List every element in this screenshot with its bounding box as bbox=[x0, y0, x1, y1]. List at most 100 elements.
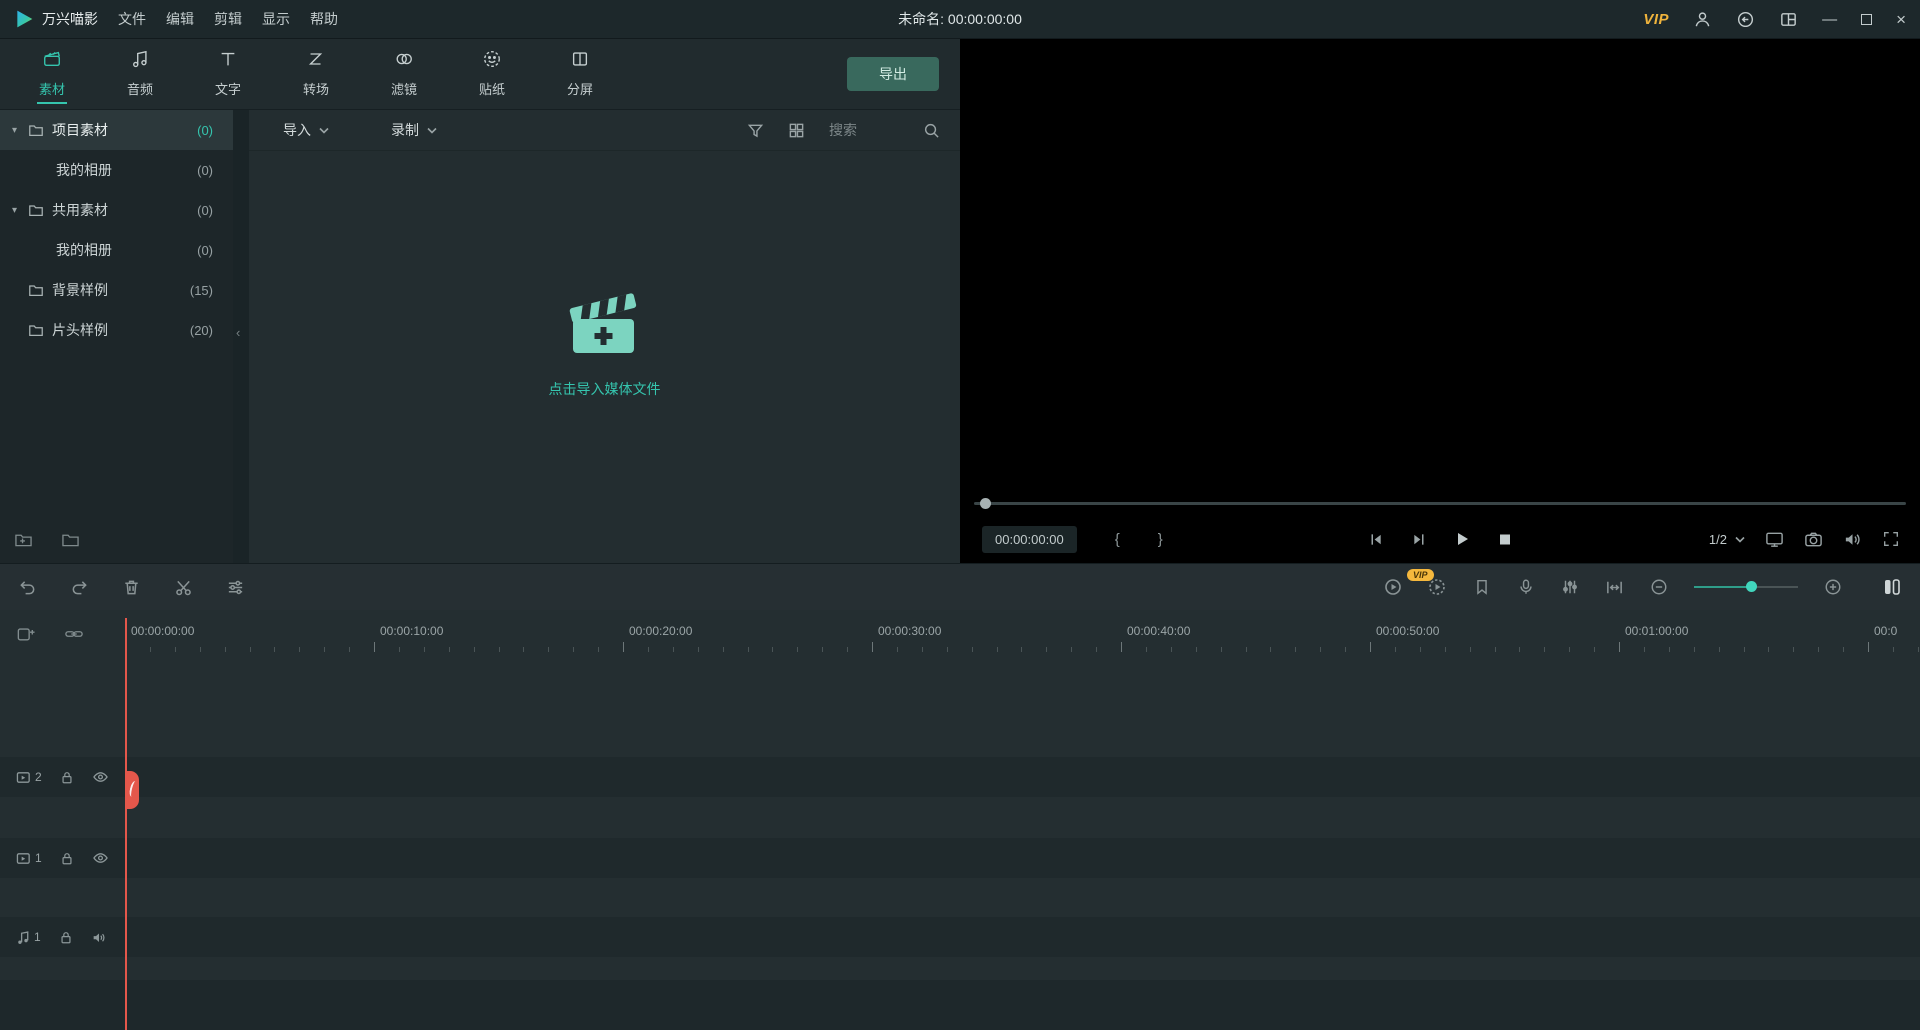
stop-button-icon[interactable] bbox=[1499, 533, 1512, 546]
tab-filter[interactable]: 滤镜 bbox=[360, 39, 448, 109]
media-panel: 导入 录制 搜索 点击导入媒体文件 bbox=[249, 110, 960, 563]
menu-help[interactable]: 帮助 bbox=[310, 9, 338, 29]
sidebar-item-my-album-1[interactable]: 我的相册 (0) bbox=[0, 150, 233, 190]
next-frame-icon[interactable] bbox=[1412, 532, 1427, 547]
grid-view-icon[interactable] bbox=[788, 122, 805, 139]
menu-edit[interactable]: 编辑 bbox=[166, 9, 194, 29]
sidebar-item-intro-samples[interactable]: 片头样例 (20) bbox=[0, 310, 233, 350]
folder-icon bbox=[28, 122, 44, 138]
lock-track-icon[interactable] bbox=[60, 770, 74, 785]
tab-transition[interactable]: 转场 bbox=[272, 39, 360, 109]
sticker-face-icon bbox=[482, 49, 502, 72]
preview-quality-value: 1/2 bbox=[1708, 531, 1727, 547]
expander-icon[interactable]: ▾ bbox=[12, 205, 28, 216]
tab-audio[interactable]: 音频 bbox=[96, 39, 184, 109]
add-to-track-icon[interactable] bbox=[16, 625, 36, 643]
zoom-slider-handle[interactable] bbox=[1746, 581, 1757, 592]
track-number: 2 bbox=[35, 770, 42, 784]
menubar: 万兴喵影 文件 编辑 剪辑 显示 帮助 未命名: 00:00:00:00 VIP… bbox=[0, 0, 1920, 39]
sidebar-item-project-media[interactable]: ▾ 项目素材 (0) bbox=[0, 110, 233, 150]
expander-icon[interactable]: ▾ bbox=[12, 125, 28, 136]
tab-media[interactable]: 素材 bbox=[8, 39, 96, 109]
track-audio-1[interactable] bbox=[0, 917, 1920, 957]
import-label: 导入 bbox=[283, 122, 311, 138]
import-media-label: 点击导入媒体文件 bbox=[548, 381, 661, 397]
playhead-handle[interactable] bbox=[125, 771, 139, 809]
fullscreen-icon[interactable] bbox=[1882, 530, 1900, 548]
track-video-2[interactable] bbox=[0, 757, 1920, 797]
sidebar-item-shared-media[interactable]: ▾ 共用素材 (0) bbox=[0, 190, 233, 230]
new-folder-icon[interactable] bbox=[14, 531, 33, 551]
maximize-button[interactable] bbox=[1861, 13, 1873, 25]
tab-label: 分屏 bbox=[566, 82, 593, 97]
track-video-1[interactable] bbox=[0, 838, 1920, 878]
close-button[interactable]: × bbox=[1896, 11, 1906, 28]
menu-view[interactable]: 显示 bbox=[262, 9, 290, 29]
track-header-audio-1: 1 bbox=[16, 917, 107, 957]
transition-icon bbox=[306, 49, 326, 72]
zoom-out-icon[interactable] bbox=[1650, 578, 1668, 596]
timeline-ruler[interactable]: 00:00:00:00 00:00:10:00 00:00:20:00 00:00:3… bbox=[125, 610, 1920, 654]
zoom-in-icon[interactable] bbox=[1824, 578, 1842, 596]
lock-track-icon[interactable] bbox=[59, 930, 73, 945]
seek-track[interactable] bbox=[974, 502, 1906, 505]
menu-file[interactable]: 文件 bbox=[118, 9, 146, 29]
export-button[interactable]: 导出 bbox=[847, 57, 939, 91]
audio-mixer-icon[interactable] bbox=[1561, 578, 1579, 596]
playhead[interactable] bbox=[125, 618, 127, 1030]
search-icon[interactable] bbox=[923, 122, 940, 139]
toggle-visibility-eye-icon[interactable] bbox=[92, 770, 109, 784]
seek-bar[interactable] bbox=[974, 497, 1906, 509]
play-button-icon[interactable] bbox=[1455, 531, 1471, 547]
redo-icon[interactable] bbox=[70, 578, 89, 597]
volume-icon[interactable] bbox=[1843, 530, 1862, 549]
item-count: (0) bbox=[197, 242, 213, 258]
record-dropdown[interactable]: 录制 bbox=[391, 120, 437, 140]
account-icon[interactable] bbox=[1693, 10, 1712, 29]
item-count: (20) bbox=[189, 322, 213, 338]
vip-badge[interactable]: VIP bbox=[1643, 11, 1669, 28]
delete-icon[interactable] bbox=[122, 578, 141, 597]
feedback-icon[interactable] bbox=[1736, 10, 1755, 29]
layout-icon[interactable] bbox=[1779, 10, 1798, 29]
previous-frame-icon[interactable] bbox=[1369, 532, 1384, 547]
timeline-zoom-slider[interactable] bbox=[1694, 580, 1798, 594]
undo-icon[interactable] bbox=[18, 578, 37, 597]
minimize-button[interactable]: — bbox=[1822, 12, 1837, 27]
filter-circles-icon bbox=[394, 49, 414, 72]
display-device-icon[interactable] bbox=[1765, 530, 1784, 549]
media-library-sidebar: ▾ 项目素材 (0) 我的相册 (0) ▾ 共用素材 (0) 我的相册 (0) … bbox=[0, 110, 233, 563]
mark-in-button[interactable]: { bbox=[1115, 531, 1120, 548]
search-input[interactable] bbox=[829, 122, 915, 138]
play-logo-icon bbox=[17, 10, 33, 28]
mute-track-speaker-icon[interactable] bbox=[91, 930, 107, 945]
toggle-visibility-eye-icon[interactable] bbox=[92, 851, 109, 865]
tab-label: 贴纸 bbox=[478, 82, 505, 97]
voiceover-mic-icon[interactable] bbox=[1517, 578, 1535, 596]
tab-sticker[interactable]: 贴纸 bbox=[448, 39, 536, 109]
marker-icon[interactable] bbox=[1473, 578, 1491, 596]
search-box[interactable] bbox=[829, 122, 940, 139]
seek-handle[interactable] bbox=[980, 498, 991, 509]
delete-folder-icon[interactable] bbox=[61, 531, 80, 551]
playback-speed-icon[interactable] bbox=[1383, 577, 1403, 597]
split-scissors-icon[interactable] bbox=[174, 578, 193, 597]
snapshot-camera-icon[interactable] bbox=[1804, 530, 1823, 549]
link-clips-icon[interactable] bbox=[64, 625, 84, 643]
lock-track-icon[interactable] bbox=[60, 851, 74, 866]
folder-icon bbox=[28, 282, 44, 298]
sidebar-item-my-album-2[interactable]: 我的相册 (0) bbox=[0, 230, 233, 270]
menu-clip[interactable]: 剪辑 bbox=[214, 9, 242, 29]
auto-ripple-icon[interactable] bbox=[1605, 578, 1624, 597]
track-height-icon[interactable] bbox=[1882, 578, 1902, 596]
preview-quality-dropdown[interactable]: 1/2 bbox=[1709, 532, 1745, 547]
adjust-properties-icon[interactable] bbox=[226, 578, 245, 597]
tab-split-screen[interactable]: 分屏 bbox=[536, 39, 624, 109]
import-dropdown[interactable]: 导入 bbox=[283, 120, 329, 140]
collapse-sidebar-icon[interactable]: ‹ bbox=[236, 325, 240, 340]
filter-funnel-icon[interactable] bbox=[747, 122, 764, 139]
import-media-dropzone[interactable]: 点击导入媒体文件 bbox=[549, 284, 661, 399]
sidebar-item-background-samples[interactable]: 背景样例 (15) bbox=[0, 270, 233, 310]
mark-out-button[interactable]: } bbox=[1158, 531, 1163, 548]
tab-text[interactable]: 文字 bbox=[184, 39, 272, 109]
